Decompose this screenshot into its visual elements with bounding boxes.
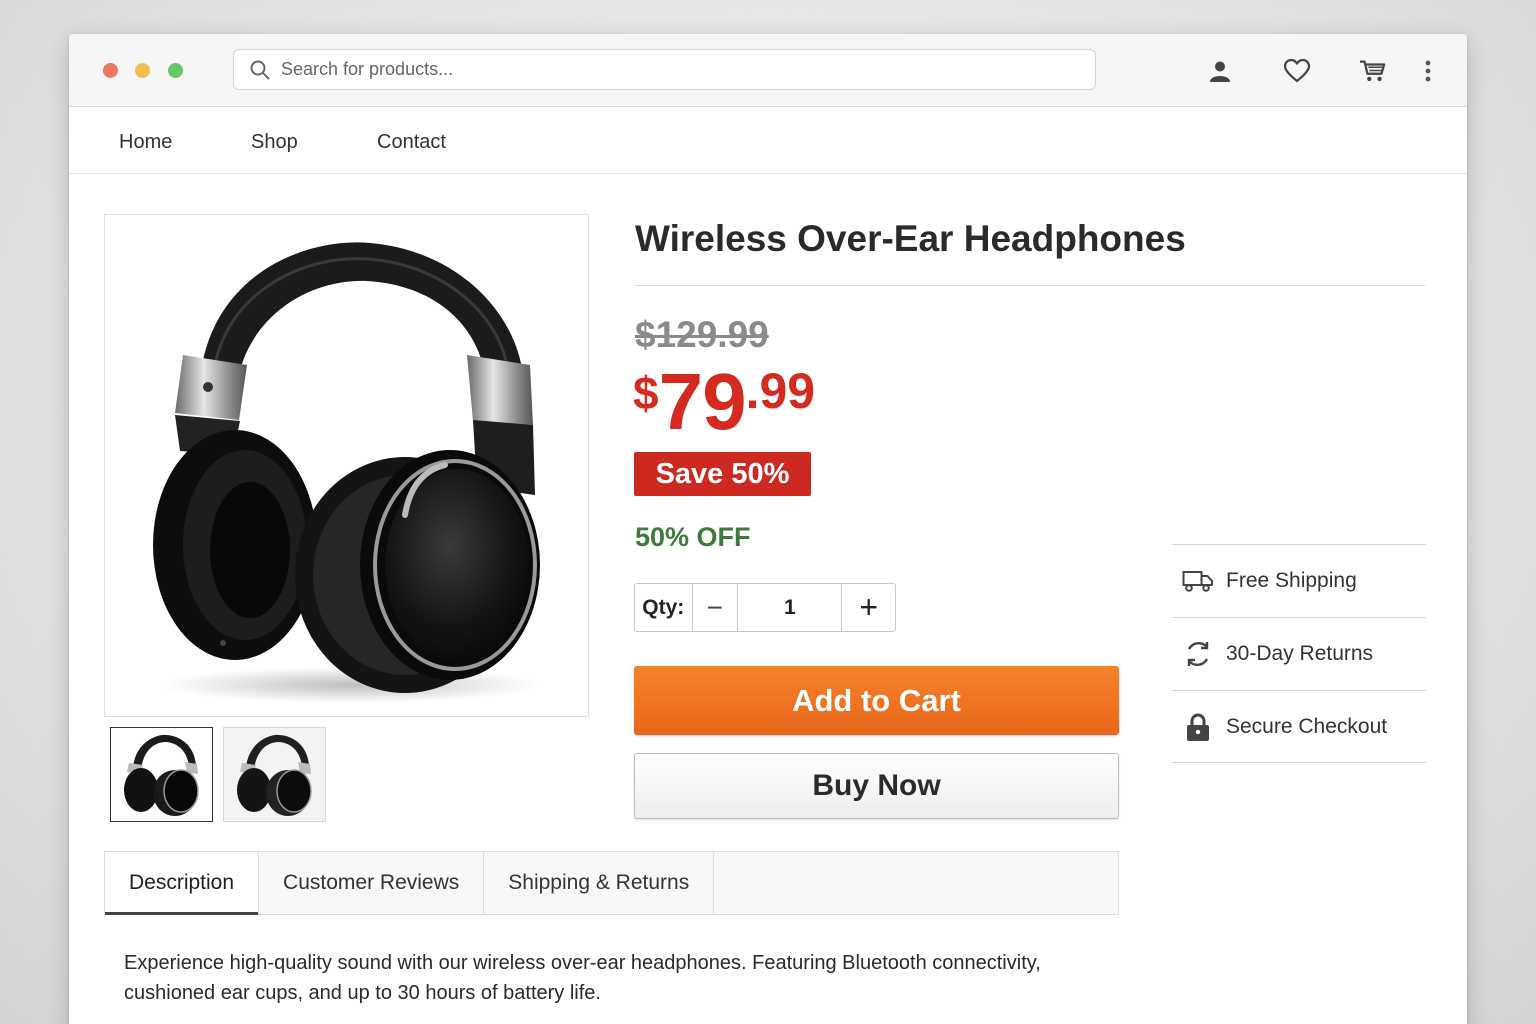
account-icon[interactable]: [1206, 57, 1234, 85]
product-main-image[interactable]: [104, 214, 589, 717]
quantity-decrement-button[interactable]: −: [691, 584, 738, 631]
cart-icon[interactable]: [1359, 57, 1387, 85]
maximize-window-button[interactable]: [168, 63, 183, 78]
lock-icon: [1176, 712, 1220, 742]
feature-label: 30-Day Returns: [1226, 642, 1374, 665]
search-input[interactable]: [281, 59, 1061, 80]
price-cents: .99: [745, 363, 816, 419]
original-price: $129.99: [635, 314, 769, 355]
quantity-increment-button[interactable]: +: [841, 584, 895, 631]
browser-window: Home Shop Contact: [69, 34, 1467, 1024]
add-to-cart-button[interactable]: Add to Cart: [634, 666, 1119, 735]
search-bar[interactable]: [233, 49, 1096, 90]
headphones-image: [153, 242, 540, 703]
product-title: Wireless Over-Ear Headphones: [635, 218, 1186, 259]
feature-item: Free Shipping: [1172, 544, 1426, 617]
feature-list: Free Shipping 30-Day Returns Secure Chec…: [1172, 544, 1426, 763]
headphones-thumbnail-icon: [124, 734, 199, 816]
title-divider: [635, 285, 1425, 286]
price-currency: $: [633, 367, 659, 419]
browser-toolbar: [69, 34, 1467, 107]
search-icon: [250, 60, 270, 79]
nav-home[interactable]: Home: [119, 131, 172, 154]
returns-icon: [1176, 639, 1220, 669]
minimize-window-button[interactable]: [135, 63, 150, 78]
discount-text: 50% OFF: [635, 522, 751, 552]
quantity-label: Qty:: [642, 595, 685, 619]
price-whole: 79: [658, 357, 747, 446]
main-nav: Home Shop Contact: [69, 107, 1467, 174]
product-tabs: Description Customer Reviews Shipping & …: [104, 851, 1119, 915]
tab-shipping-returns[interactable]: Shipping & Returns: [484, 852, 715, 914]
feature-item: Secure Checkout: [1172, 690, 1426, 763]
headphones-thumbnail-icon: [237, 734, 312, 816]
tab-customer-reviews[interactable]: Customer Reviews: [259, 852, 485, 914]
quantity-stepper: Qty: − 1 +: [634, 583, 896, 632]
product-description: Experience high-quality sound with our w…: [124, 952, 1041, 1004]
feature-label: Free Shipping: [1226, 569, 1357, 592]
buy-now-button[interactable]: Buy Now: [634, 753, 1119, 819]
save-badge: Save 50%: [634, 452, 811, 496]
feature-label: Secure Checkout: [1226, 714, 1388, 738]
sale-price: $79.99: [633, 356, 815, 448]
thumbnail-1[interactable]: [110, 727, 213, 822]
more-menu-icon[interactable]: [1414, 57, 1442, 85]
quantity-input[interactable]: 1: [737, 584, 841, 631]
close-window-button[interactable]: [103, 63, 118, 78]
truck-icon: [1176, 569, 1220, 593]
wishlist-heart-icon[interactable]: [1283, 57, 1311, 85]
tab-description[interactable]: Description: [105, 852, 260, 915]
thumbnail-2[interactable]: [223, 727, 326, 822]
nav-shop[interactable]: Shop: [251, 131, 298, 154]
nav-contact[interactable]: Contact: [377, 131, 446, 154]
feature-item: 30-Day Returns: [1172, 617, 1426, 690]
